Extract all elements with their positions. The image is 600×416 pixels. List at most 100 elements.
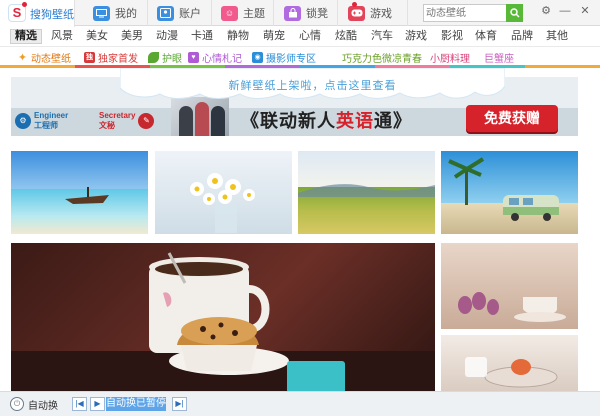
close-button[interactable]: ✕ bbox=[577, 3, 593, 19]
theme-icon: ☺ bbox=[221, 5, 238, 21]
subtopic-label: 巧克力色微凉青春 bbox=[342, 53, 422, 65]
wallpaper-daisies[interactable] bbox=[155, 151, 292, 234]
person-figure bbox=[179, 106, 193, 136]
teal-napkin bbox=[287, 361, 345, 391]
minimize-button[interactable]: — bbox=[557, 3, 573, 19]
wallpaper-green-hills[interactable] bbox=[298, 151, 435, 234]
subtopic-label: 巨蟹座 bbox=[484, 53, 514, 65]
wallpaper-beach-boat[interactable] bbox=[11, 151, 148, 234]
tab-label: 锁凳 bbox=[306, 8, 328, 20]
monitor-icon bbox=[93, 5, 110, 21]
category-item[interactable]: 心情 bbox=[298, 29, 322, 44]
search-button[interactable] bbox=[506, 4, 523, 22]
wallpaper-vintage-van[interactable] bbox=[441, 151, 578, 234]
free-gift-button[interactable]: 免费获赠 bbox=[466, 105, 558, 132]
auto-switch-status: 自动换已暂停 bbox=[106, 397, 166, 411]
subtopic-label: 小厨料理 bbox=[430, 53, 470, 65]
chip-cn-label: 文秘 bbox=[99, 121, 115, 130]
game-icon bbox=[348, 5, 365, 21]
wallpaper-coffee-muffin[interactable] bbox=[11, 243, 435, 391]
category-item[interactable]: 影视 bbox=[440, 29, 464, 44]
subtopic-bar: ✦ 动态壁纸 独 独家首发 护眼 ♥ 心情札记 ◉ 摄影师专区 巧克力色微凉青春… bbox=[0, 46, 600, 65]
tab-sogou-wallpaper[interactable]: S 搜狗壁纸 bbox=[0, 0, 75, 27]
category-bar: 精选 风景 美女 美男 动漫 卡通 静物 萌宠 心情 炫酷 汽车 游戏 影视 体… bbox=[0, 27, 600, 46]
subtopic-eye-care[interactable]: 护眼 bbox=[148, 50, 182, 65]
palm-tree bbox=[448, 157, 485, 205]
notification-dot bbox=[22, 2, 27, 7]
chip-en-label: Secretary bbox=[99, 111, 136, 120]
category-item[interactable]: 萌宠 bbox=[262, 29, 286, 44]
account-icon bbox=[157, 5, 174, 21]
subtopic-label: 心情札记 bbox=[202, 53, 242, 65]
person-figure bbox=[211, 106, 225, 136]
headline-part: 《联动新人 bbox=[241, 111, 336, 131]
auto-switch-label: 自动换 bbox=[28, 400, 58, 412]
game-notification-dot bbox=[352, 2, 357, 7]
category-item[interactable]: 风景 bbox=[50, 29, 74, 44]
subtopic-chocolate-youth[interactable]: 巧克力色微凉青春 bbox=[342, 50, 422, 65]
secretary-chip: Secretary 文秘 ✎ bbox=[99, 109, 157, 133]
wallpaper-dessert-table[interactable] bbox=[441, 335, 578, 391]
subtopic-live-wallpaper[interactable]: ✦ 动态壁纸 bbox=[17, 50, 71, 65]
category-item[interactable]: 美女 bbox=[85, 29, 109, 44]
subtopic-cancer[interactable]: 巨蟹座 bbox=[484, 50, 514, 65]
category-item[interactable]: 汽车 bbox=[370, 29, 394, 44]
category-item[interactable]: 游戏 bbox=[404, 29, 428, 44]
title-bar: S 搜狗壁纸 我的 账户 ☺ 主题 锁凳 游戏 ⚙ — bbox=[0, 0, 600, 27]
tulips-teacup bbox=[458, 292, 566, 322]
banner-headline: 《联动新人英语通》 bbox=[241, 107, 412, 133]
category-item[interactable]: 静物 bbox=[226, 29, 250, 44]
notice-text: 新鲜壁纸上架啦，点击这里查看 bbox=[228, 80, 397, 92]
subtopic-label: 摄影师专区 bbox=[266, 53, 316, 65]
tab-mine[interactable]: 我的 bbox=[75, 0, 148, 26]
search-input[interactable] bbox=[426, 6, 506, 20]
daisy-bouquet bbox=[190, 173, 255, 233]
banner-people-photo bbox=[171, 97, 229, 136]
engineer-chip: ⚙ Engineer 工程师 bbox=[15, 109, 68, 133]
sparkle-icon: ✦ bbox=[17, 51, 28, 64]
subtopic-label: 护眼 bbox=[162, 53, 182, 65]
category-item[interactable]: 其他 bbox=[545, 29, 569, 44]
chip-en-label: Engineer bbox=[34, 111, 69, 120]
wallpaper-gallery: 新鲜壁纸上架啦，点击这里查看 ⚙ Engineer 工程师 Secretary 文秘… bbox=[0, 68, 600, 391]
tab-account[interactable]: 账户 bbox=[148, 0, 212, 26]
lock-screen-icon bbox=[284, 5, 301, 21]
wallpaper-tulips-cup[interactable] bbox=[441, 243, 578, 329]
play-button[interactable]: ▶ bbox=[90, 397, 105, 411]
tab-game[interactable]: 游戏 bbox=[338, 0, 408, 26]
category-featured[interactable]: 精选 bbox=[10, 29, 42, 44]
previous-wallpaper-button[interactable]: |◀ bbox=[72, 397, 87, 411]
settings-gear-icon[interactable]: ⚙ bbox=[538, 3, 554, 19]
auto-switch-toggle[interactable]: ⏻ 自动换 bbox=[10, 397, 58, 412]
new-wallpaper-notice[interactable]: 新鲜壁纸上架啦，点击这里查看 bbox=[120, 68, 505, 100]
dessert-plates bbox=[465, 357, 558, 388]
boat-shape bbox=[65, 187, 109, 204]
tab-label: 账户 bbox=[179, 8, 201, 20]
category-item[interactable]: 卡通 bbox=[190, 29, 214, 44]
subtopic-photographer[interactable]: ◉ 摄影师专区 bbox=[252, 50, 316, 65]
category-item[interactable]: 动漫 bbox=[155, 29, 179, 44]
subtopic-mood-notes[interactable]: ♥ 心情札记 bbox=[188, 50, 242, 65]
van-shape bbox=[503, 195, 559, 221]
next-wallpaper-button[interactable]: ▶| bbox=[172, 397, 187, 411]
pen-icon: ✎ bbox=[138, 113, 155, 129]
mood-note-icon: ♥ bbox=[188, 51, 199, 63]
subtopic-exclusive[interactable]: 独 独家首发 bbox=[84, 50, 138, 65]
chip-cn-label: 工程师 bbox=[34, 121, 58, 130]
tab-label: 主题 bbox=[243, 8, 265, 20]
person-figure bbox=[195, 102, 209, 136]
camera-icon: ◉ bbox=[252, 51, 263, 63]
tab-lock-screen[interactable]: 锁凳 bbox=[274, 0, 338, 26]
category-item[interactable]: 炫酷 bbox=[334, 29, 358, 44]
engineer-icon: ⚙ bbox=[15, 113, 31, 129]
tab-label: 我的 bbox=[115, 8, 137, 20]
coffee-cup-scene bbox=[149, 252, 289, 375]
category-item[interactable]: 品牌 bbox=[510, 29, 534, 44]
subtopic-cooking[interactable]: 小厨料理 bbox=[430, 50, 470, 65]
subtopic-label: 独家首发 bbox=[98, 53, 138, 65]
distant-hills bbox=[298, 184, 435, 197]
category-item[interactable]: 美男 bbox=[120, 29, 144, 44]
search-icon bbox=[509, 8, 520, 18]
tab-theme[interactable]: ☺ 主题 bbox=[212, 0, 274, 26]
category-item[interactable]: 体育 bbox=[474, 29, 498, 44]
